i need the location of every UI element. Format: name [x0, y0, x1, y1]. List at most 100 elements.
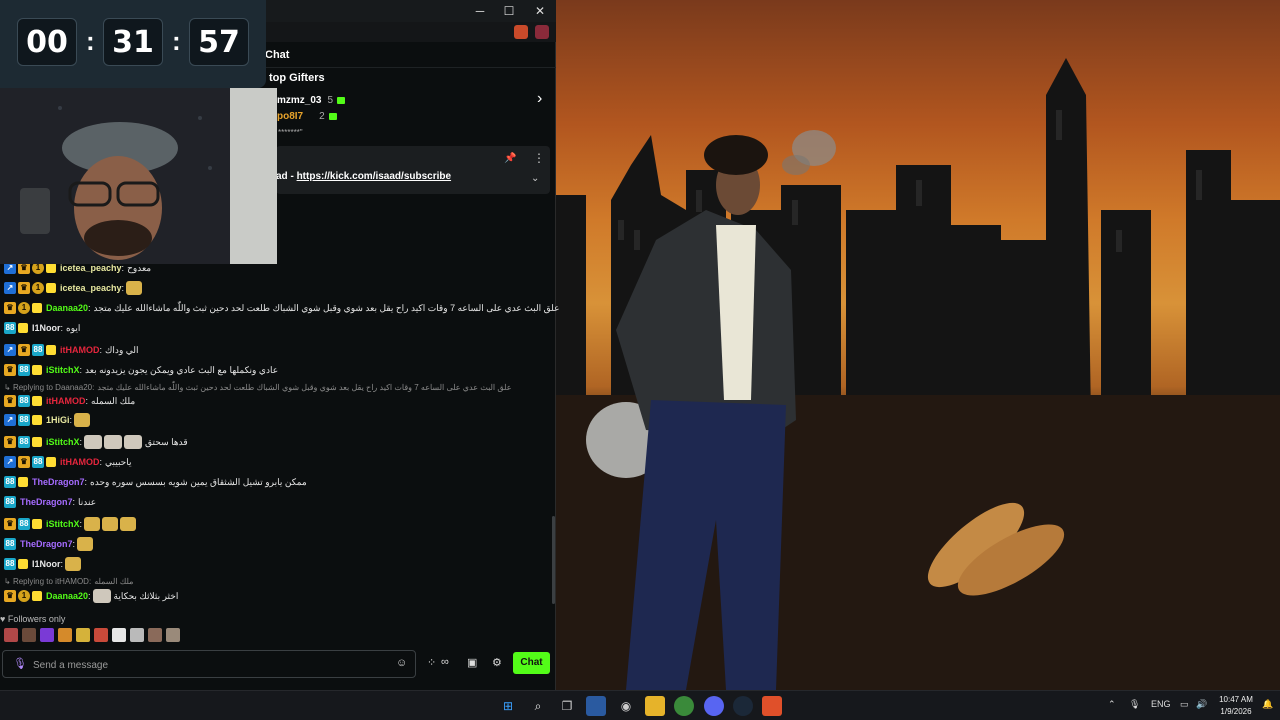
emote-button[interactable] — [130, 628, 144, 642]
store-icon[interactable]: ▣ — [467, 656, 477, 669]
og-badge-icon: 88 — [18, 436, 30, 448]
minimize-button[interactable]: ─ — [465, 2, 495, 20]
chat-username[interactable]: Daanaa20 — [46, 303, 88, 313]
chat-message[interactable]: ↗ 88 1HiGi: — [4, 412, 91, 428]
brave-rewards-icon[interactable] — [535, 25, 549, 39]
tray-overflow-icon[interactable]: ⌃ — [1108, 699, 1116, 710]
emote-button[interactable] — [4, 628, 18, 642]
og-badge-icon: 88 — [4, 476, 16, 488]
pinned-message[interactable]: 📌 ⋮ ad - https://kick.com/isaad/subscrib… — [276, 146, 550, 194]
chat-message[interactable]: ↗ ♛ 88 itHAMOD: الي وداك — [4, 342, 139, 358]
chat-username[interactable]: itHAMOD — [46, 396, 86, 406]
emote-button[interactable] — [166, 628, 180, 642]
chat-username[interactable]: iStitchX — [46, 365, 80, 375]
chat-message[interactable]: 88 TheDragon7: ممكن يابرو تشيل الشثقاق يمي… — [4, 474, 307, 490]
chat-username[interactable]: itHAMOD — [60, 457, 100, 467]
file-explorer-icon[interactable] — [645, 696, 665, 716]
message-input[interactable] — [33, 656, 373, 674]
microphone-icon[interactable]: 🎙 — [13, 657, 27, 670]
chat-message[interactable]: ♛ 1 Daanaa20: علق البث عدي على الساعه 7 وقا… — [4, 300, 559, 316]
maximize-button[interactable]: ☐ — [494, 2, 524, 20]
emote-button[interactable] — [148, 628, 162, 642]
chat-username[interactable]: I1Noor — [32, 323, 61, 333]
chat-message[interactable]: 88 TheDragon7: عندنا — [4, 494, 96, 510]
chat-message[interactable]: ♛ 88 iStitchX: عادي ونكملها مع البث عادي وي… — [4, 362, 278, 378]
language-indicator[interactable]: ENG — [1151, 699, 1171, 709]
chevron-right-icon[interactable]: › — [537, 90, 542, 108]
discord-icon[interactable] — [704, 696, 724, 716]
chat-username[interactable]: I1Noor — [32, 559, 61, 569]
brave-shield-icon[interactable] — [514, 25, 528, 39]
chat-username[interactable]: TheDragon7 — [20, 497, 73, 507]
infinity-icon[interactable]: ∞ — [441, 656, 449, 668]
gifter-row[interactable]: mzmz_03 5 — [277, 95, 346, 106]
microphone-tray-icon[interactable]: 🎙 — [1129, 699, 1140, 710]
chat-message[interactable]: ♛ 88 itHAMOD: ملك السمله — [4, 393, 135, 409]
chat-username[interactable]: Daanaa20 — [46, 591, 88, 601]
chat-message[interactable]: ↗ ♛ 88 itHAMOD: ياحبيبي — [4, 454, 131, 470]
steam-icon[interactable] — [733, 696, 753, 716]
search-icon[interactable]: ⌕ — [528, 696, 548, 716]
chat-message[interactable]: ♛ 1 Daanaa20: اخثر بثلاثك بحكاية — [4, 588, 178, 604]
chat-username[interactable]: itHAMOD — [60, 345, 100, 355]
chat-scrollbar[interactable] — [552, 516, 555, 604]
sub-badge-icon — [32, 519, 42, 529]
reply-context: ↳ Replying to Daanaa20: علق البث عدي على … — [4, 383, 512, 392]
mod-badge-icon: ↗ — [4, 344, 16, 356]
username-colon: : — [79, 519, 83, 529]
emoji-picker-icon[interactable]: ☺ — [396, 657, 407, 669]
chat-message[interactable]: 88 I1Noor: — [4, 556, 82, 572]
obs-icon[interactable]: ◉ — [616, 696, 636, 716]
gifter-count: 2 — [319, 111, 325, 122]
chat-message[interactable]: 88 I1Noor: ايوه — [4, 320, 80, 336]
start-icon[interactable]: ⊞ — [498, 696, 518, 716]
chat-message[interactable]: ↗ ♛ 1 icetea_peachy: — [4, 280, 143, 296]
sub-badge-icon — [18, 323, 28, 333]
chevron-down-icon[interactable]: ⌄ — [531, 173, 539, 184]
chat-username[interactable]: iStitchX — [46, 519, 80, 529]
emote-button[interactable] — [94, 628, 108, 642]
chat-username[interactable]: TheDragon7 — [20, 539, 73, 549]
timer-separator: : — [172, 26, 181, 56]
chat-username[interactable]: icetea_peachy — [60, 283, 122, 293]
chat-username[interactable]: TheDragon7 — [32, 477, 85, 487]
subscribe-link[interactable]: https://kick.com/isaad/subscribe — [297, 171, 452, 182]
timer-minutes: 31 — [103, 18, 163, 66]
chat-message[interactable]: 88 TheDragon7: — [4, 536, 94, 552]
gear-icon[interactable]: ⚙ — [492, 656, 502, 669]
gifter-row[interactable]: po8I7 2 — [277, 111, 337, 122]
volume-icon[interactable]: 🔊 — [1196, 699, 1207, 710]
brave-icon[interactable] — [762, 696, 782, 716]
chat-message[interactable]: ♛ 88 iStitchX: — [4, 516, 137, 532]
emote-image — [120, 517, 137, 531]
emote-button[interactable] — [40, 628, 54, 642]
notification-icon[interactable]: 🔔 — [1262, 699, 1273, 710]
followers-only-notice: ♥ Followers only — [0, 614, 66, 624]
message-text: الي وداك — [105, 344, 139, 355]
chrome-icon[interactable] — [674, 696, 694, 716]
chat-username[interactable]: iStitchX — [46, 437, 80, 447]
taskbar-clock[interactable]: 10:47 AM 1/9/2026 — [1214, 694, 1258, 718]
recent-emotes-bar — [4, 628, 184, 644]
username-colon: : — [84, 477, 88, 487]
pin-icon[interactable]: 📌 — [504, 153, 516, 164]
emote-button[interactable] — [76, 628, 90, 642]
emote-button[interactable] — [22, 628, 36, 642]
chat-message[interactable]: ♛ 88 iStitchX: قدها سحتق — [4, 434, 188, 450]
task-view-icon[interactable]: ❐ — [557, 696, 577, 716]
windows-taskbar: ⊞ ⌕ ❐ ◉ ⌃ 🎙 ENG ▭ 🔊 10:47 AM 1/9/2026 🔔 — [0, 690, 1280, 720]
network-icon[interactable]: ▭ — [1180, 699, 1189, 710]
emote-button[interactable] — [58, 628, 72, 642]
emote-button[interactable] — [112, 628, 126, 642]
username-colon: : — [99, 457, 103, 467]
emote-image — [74, 413, 91, 427]
close-button[interactable]: ✕ — [525, 2, 555, 20]
chat-username[interactable]: 1HiGi — [46, 415, 70, 425]
store-app-icon[interactable] — [586, 696, 606, 716]
reply-label: Replying to itHAMOD: — [12, 577, 92, 586]
send-chat-button[interactable]: Chat — [513, 652, 550, 674]
points-icon[interactable]: ⁘ — [427, 656, 436, 669]
more-options-icon[interactable]: ⋮ — [533, 151, 545, 165]
username-colon: : — [79, 365, 83, 375]
chat-username[interactable]: icetea_peachy — [60, 263, 122, 273]
